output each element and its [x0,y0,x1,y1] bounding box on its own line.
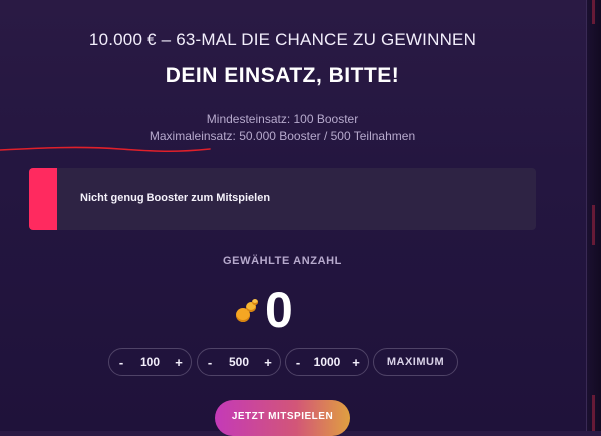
stepper-value: 100 [139,355,161,369]
stepper-value: 500 [228,355,250,369]
prize-headline: 10.000 € – 63-MAL DIE CHANCE ZU GEWINNEN [88,30,477,49]
stepper-500: - 500 + [197,348,281,376]
increment-1000-button[interactable]: + [344,355,368,370]
edge-accent [592,205,595,245]
decrement-500-button[interactable]: - [198,355,222,370]
alert-message: Nicht genug Booster zum Mitspielen [80,192,271,204]
stepper-100: - 100 + [108,348,192,376]
increment-100-button[interactable]: + [167,355,191,370]
increment-500-button[interactable]: + [256,355,280,370]
minimum-stake-text: Mindesteinsatz: 100 Booster [206,112,359,126]
right-scroll-edge [586,0,601,431]
decrement-1000-button[interactable]: - [286,355,310,370]
page-title: DEIN EINSATZ, BITTE! [165,64,400,87]
selected-amount-value: 0 [265,282,293,338]
selected-amount-label: GEWÄHLTE ANZAHL [223,255,342,267]
red-underline-annotation [0,146,211,153]
stepper-1000: - 1000 + [285,348,369,376]
edge-accent [592,0,595,24]
decrement-100-button[interactable]: - [109,355,133,370]
stepper-value: 1000 [313,355,341,369]
edge-accent [592,395,595,431]
selected-amount-display: 0 [234,280,293,340]
maximum-button[interactable]: MAXIMUM [373,348,458,376]
coins-icon [234,290,262,330]
insufficient-booster-alert: Nicht genug Booster zum Mitspielen [29,168,536,230]
alert-accent-bar [29,168,57,230]
